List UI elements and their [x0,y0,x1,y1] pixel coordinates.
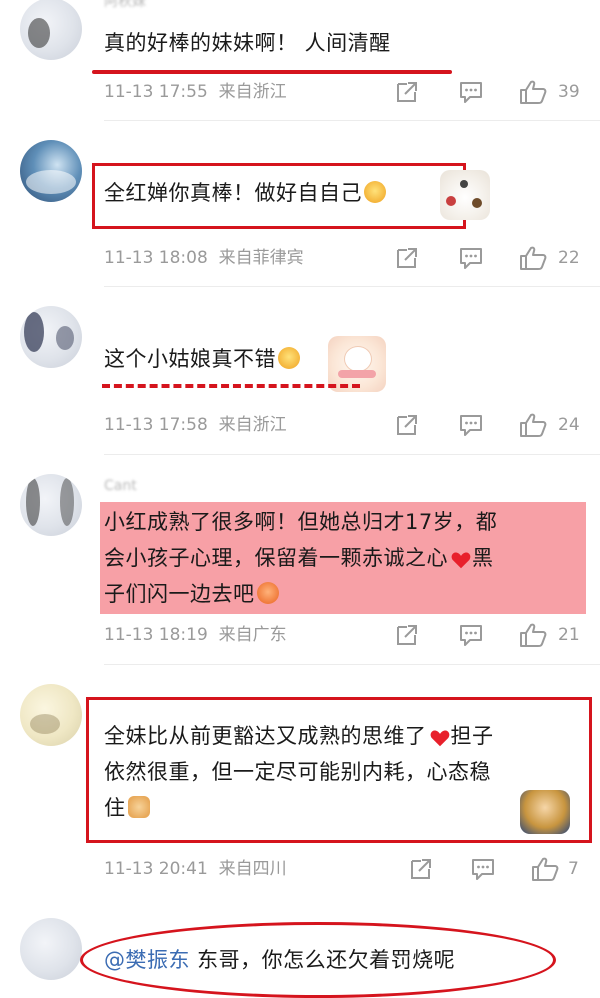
comment-meta: 11-13 18:19 来自广东 21 [0,620,600,650]
emoji-icon [364,181,386,203]
comment-icon[interactable] [458,245,484,271]
comment-time: 11-13 18:08 来自菲律宾 [104,248,304,268]
avatar[interactable] [20,918,82,980]
comment-meta: 11-13 18:08 来自菲律宾 22 [0,243,600,273]
thumbs-up-icon [127,796,150,818]
comment-item: 全妹比从前更豁达又成熟的思维了 担子 依然很重，但一定尽可能别内耗，心态稳 住 … [0,670,600,902]
like-icon[interactable] [530,856,560,882]
comment-item: 阿秋妹 真的好棒的妹妹啊！ 人间清醒 11-13 17:55 来自浙江 39 [0,0,600,130]
comment-text: 这个小姑娘真不错 [104,343,300,376]
like-count: 7 [568,859,579,879]
comment-meta: 11-13 17:55 来自浙江 39 [0,77,600,107]
avatar[interactable] [20,306,82,368]
comment-text: 真的好棒的妹妹啊！ 人间清醒 [104,31,391,55]
red-heart-icon [450,546,472,569]
like-icon[interactable] [518,622,548,648]
share-icon[interactable] [408,856,434,882]
share-icon[interactable] [394,245,420,271]
like-count: 22 [558,248,580,268]
avatar[interactable] [20,684,82,746]
comment-meta: 11-13 20:41 来自四川 7 [0,854,600,884]
username[interactable]: 阿秋妹 [104,0,254,10]
avatar[interactable] [20,0,82,60]
comment-icon[interactable] [458,412,484,438]
avatar[interactable] [20,140,82,202]
divider [104,664,600,665]
share-icon[interactable] [394,622,420,648]
username[interactable] [104,136,254,152]
sticker-image [440,170,490,220]
emoji-icon [256,582,279,604]
like-icon[interactable] [518,412,548,438]
comment-item: 这个小姑娘真不错 11-13 17:58 来自浙江 24 [0,292,600,460]
comment-meta: 11-13 17:58 来自浙江 24 [0,410,600,440]
divider [104,120,600,121]
comment-item: Cant 小红成熟了很多啊！但她总归才17岁，都 会小孩子心理，保留着一颗赤诚之… [0,460,600,670]
divider [104,286,600,287]
annotation-dashed-underline [102,384,360,388]
username[interactable] [104,310,254,326]
avatar[interactable] [20,474,82,536]
like-count: 24 [558,415,580,435]
comment-item: @樊振东 东哥，你怎么还欠着罚烧呢 [0,902,600,998]
like-icon[interactable] [518,245,548,271]
comment-icon[interactable] [458,622,484,648]
comment-text: 小红成熟了很多啊！但她总归才17岁，都 会小孩子心理，保留着一颗赤诚之心 黑 子… [104,510,498,606]
red-heart-icon [429,724,451,747]
username[interactable]: Cant [104,478,254,494]
comment-time: 11-13 17:55 来自浙江 [104,82,287,102]
mention-link[interactable]: @樊振东 [104,948,190,972]
comment-item: 全红婵你真棒！做好自自己 11-13 18:08 来自菲律宾 22 [0,130,600,292]
comment-time: 11-13 18:19 来自广东 [104,625,287,645]
divider [104,454,600,455]
comment-text: 全红婵你真棒！做好自自己 [104,177,386,210]
like-count: 39 [558,82,580,102]
like-count: 21 [558,625,580,645]
share-icon[interactable] [394,412,420,438]
comment-text: @樊振东 东哥，你怎么还欠着罚烧呢 [104,948,456,972]
pleading-face-icon [278,347,300,369]
annotation-underline [92,70,452,74]
comment-time: 11-13 17:58 来自浙江 [104,415,287,435]
share-icon[interactable] [394,79,420,105]
comment-icon[interactable] [470,856,496,882]
comment-time: 11-13 20:41 来自四川 [104,859,287,879]
comment-text: 全妹比从前更豁达又成熟的思维了 担子 依然很重，但一定尽可能别内耗，心态稳 住 [104,724,494,820]
like-icon[interactable] [518,79,548,105]
comment-icon[interactable] [458,79,484,105]
